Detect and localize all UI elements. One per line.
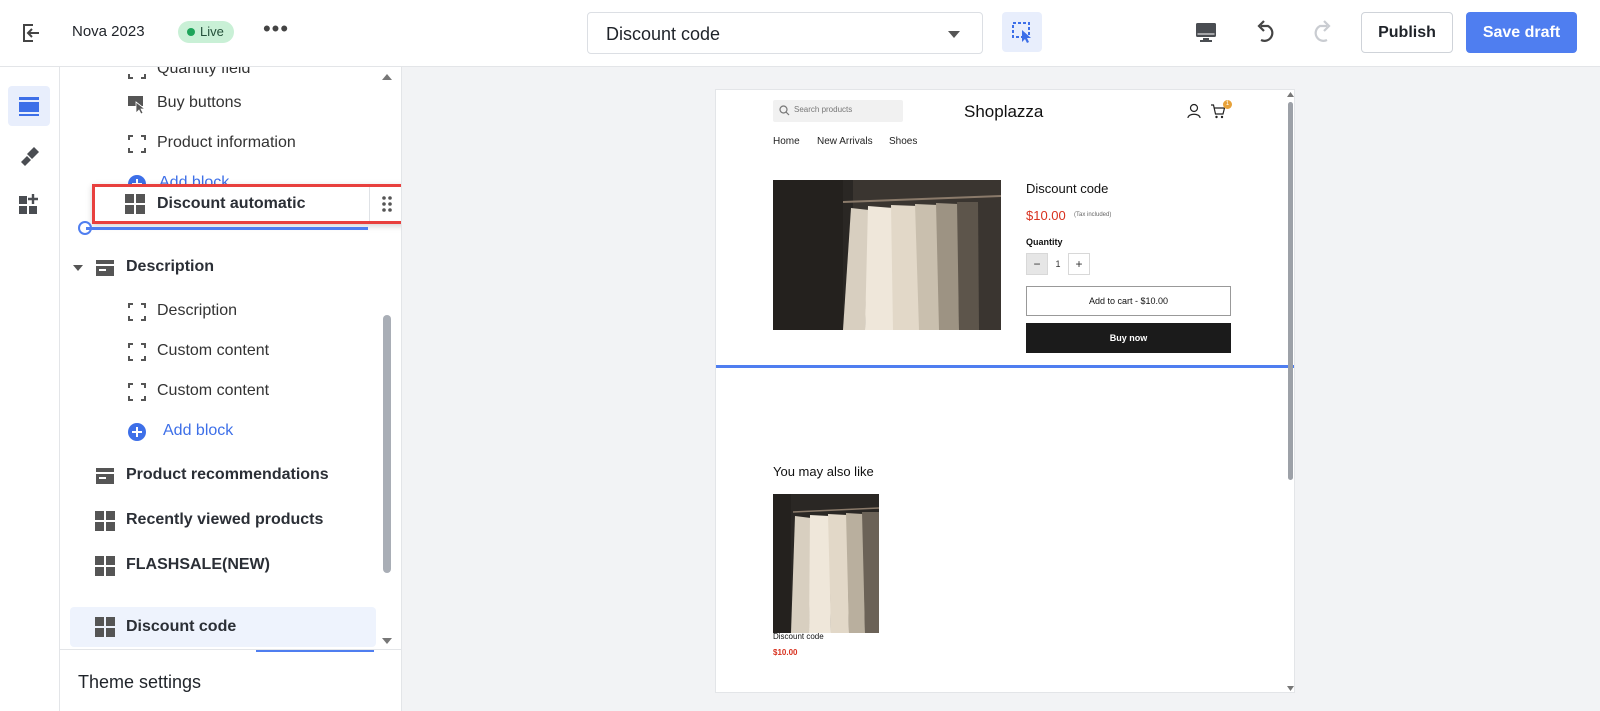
redo-icon[interactable] [1308, 18, 1336, 46]
tree-section-flashsale[interactable]: FLASHSALE(NEW) [60, 547, 380, 583]
block-icon [128, 343, 146, 361]
desktop-view-icon[interactable] [1194, 20, 1218, 44]
preview-canvas: Search products Shoplazza 1 Home New Arr… [402, 67, 1600, 711]
add-app-icon [19, 194, 38, 214]
tree-section-recently-viewed[interactable]: Recently viewed products [60, 502, 380, 538]
tree-label: Product information [157, 134, 296, 151]
buy-now-button[interactable]: Buy now [1026, 323, 1231, 353]
block-icon [128, 74, 146, 79]
rail-sections-button[interactable] [8, 86, 50, 126]
preview-search-placeholder: Search products [794, 105, 853, 114]
block-icon [128, 135, 146, 153]
tree-block-product-information[interactable]: Product information [60, 125, 380, 161]
search-icon [779, 105, 790, 116]
store-name: Nova 2023 [72, 23, 145, 40]
tree-block-buy-buttons[interactable]: Buy buttons [60, 85, 380, 121]
inspect-element-button[interactable] [1002, 12, 1042, 52]
tree-label: Recently viewed products [126, 511, 324, 528]
section-icon [96, 260, 114, 276]
tree-add-block[interactable]: Add block [60, 413, 380, 449]
brush-icon [21, 147, 39, 166]
top-bar: Nova 2023 Live ••• Discount code Publish… [0, 0, 1600, 67]
user-icon[interactable] [1186, 103, 1202, 119]
select-cursor-icon [1012, 22, 1031, 43]
tree-label: Discount automatic [157, 195, 306, 212]
quantity-value[interactable]: 1 [1048, 253, 1068, 275]
preview-scroll-thumb[interactable] [1288, 102, 1293, 480]
tree-label: Description [126, 258, 215, 275]
preview-nav-shoes[interactable]: Shoes [889, 136, 917, 147]
rail-theme-style-button[interactable] [8, 135, 50, 175]
store-preview-frame: Search products Shoplazza 1 Home New Arr… [715, 89, 1295, 693]
tree-block-custom-content[interactable]: Custom content [60, 333, 380, 369]
tree-section-product-recommendations[interactable]: Product recommendations [60, 457, 380, 493]
dragging-block-discount-automatic[interactable]: Discount automatic [92, 184, 401, 224]
tree-label: Description [157, 302, 238, 319]
recommendations-heading: You may also like [773, 464, 874, 479]
sections-icon [19, 97, 39, 116]
preview-search-box[interactable]: Search products [773, 100, 903, 122]
quantity-plus-button[interactable]: + [1068, 253, 1090, 275]
tree-label: Discount code [126, 618, 237, 635]
exit-icon[interactable] [18, 20, 44, 46]
product-image [773, 180, 1001, 330]
save-draft-button[interactable]: Save draft [1466, 12, 1577, 53]
tree-section-description[interactable]: Description [60, 249, 380, 285]
preview-nav-home[interactable]: Home [773, 136, 800, 147]
page-template-select[interactable]: Discount code [587, 12, 983, 54]
page-template-value: Discount code [606, 24, 721, 44]
footer-accent [256, 650, 374, 652]
publish-button[interactable]: Publish [1361, 12, 1453, 53]
preview-store-logo[interactable]: Shoplazza [964, 102, 1043, 122]
tree-block-description[interactable]: Description [60, 293, 380, 329]
sections-sidebar: Quantity field Buy buttons Product infor… [60, 67, 402, 711]
cart-count-badge: 1 [1223, 100, 1232, 109]
grid-icon [125, 194, 145, 214]
block-icon [128, 383, 146, 401]
grid-icon [95, 556, 115, 576]
tree-label: FLASHSALE(NEW) [126, 556, 270, 573]
quantity-minus-button[interactable]: − [1026, 253, 1048, 275]
tree-label: Add block [163, 422, 234, 439]
grid-icon [95, 511, 115, 531]
drop-indicator-line [86, 227, 368, 230]
tree-label: Quantity field [157, 67, 251, 77]
rail-apps-button[interactable] [8, 184, 50, 224]
clothing-rack-image [773, 180, 1001, 330]
tree-label: Product recommendations [126, 466, 329, 483]
live-status-badge: Live [178, 21, 234, 43]
tree-block-custom-content[interactable]: Custom content [60, 373, 380, 409]
tree-label: Buy buttons [157, 94, 242, 111]
theme-settings-label: Theme settings [78, 672, 202, 692]
recommended-product-name[interactable]: Discount code [773, 632, 824, 641]
more-options-button[interactable]: ••• [262, 18, 290, 44]
grid-icon [95, 617, 115, 637]
tree-block-quantity[interactable]: Quantity field [60, 67, 380, 87]
left-icon-rail [0, 67, 60, 711]
tree-label: Custom content [157, 342, 270, 359]
chevron-down-icon [948, 31, 960, 38]
preview-product-price: $10.00 [1026, 208, 1066, 223]
preview-product-title: Discount code [1026, 181, 1109, 196]
caret-down-icon[interactable] [72, 262, 84, 274]
clothing-rack-image [773, 494, 879, 633]
preview-insert-indicator [716, 365, 1294, 368]
preview-quantity-stepper: − 1 + [1026, 253, 1090, 275]
plus-circle-icon [128, 423, 146, 441]
theme-settings-footer[interactable]: Theme settings [60, 649, 401, 711]
tree-section-discount-code[interactable]: Discount code [70, 607, 376, 647]
recommended-product-image[interactable] [773, 494, 879, 633]
section-icon [96, 468, 114, 484]
tree-label: Custom content [157, 382, 270, 399]
buy-button-icon [128, 96, 147, 114]
preview-quantity-label: Quantity [1026, 237, 1063, 247]
recommended-product-price: $10.00 [773, 648, 798, 657]
preview-nav-new-arrivals[interactable]: New Arrivals [817, 136, 873, 147]
sidebar-scroll-thumb[interactable] [383, 315, 391, 573]
block-icon [128, 303, 146, 321]
undo-icon[interactable] [1252, 18, 1280, 46]
preview-tax-note: (Tax included) [1074, 212, 1112, 218]
add-to-cart-button[interactable]: Add to cart - $10.00 [1026, 286, 1231, 316]
